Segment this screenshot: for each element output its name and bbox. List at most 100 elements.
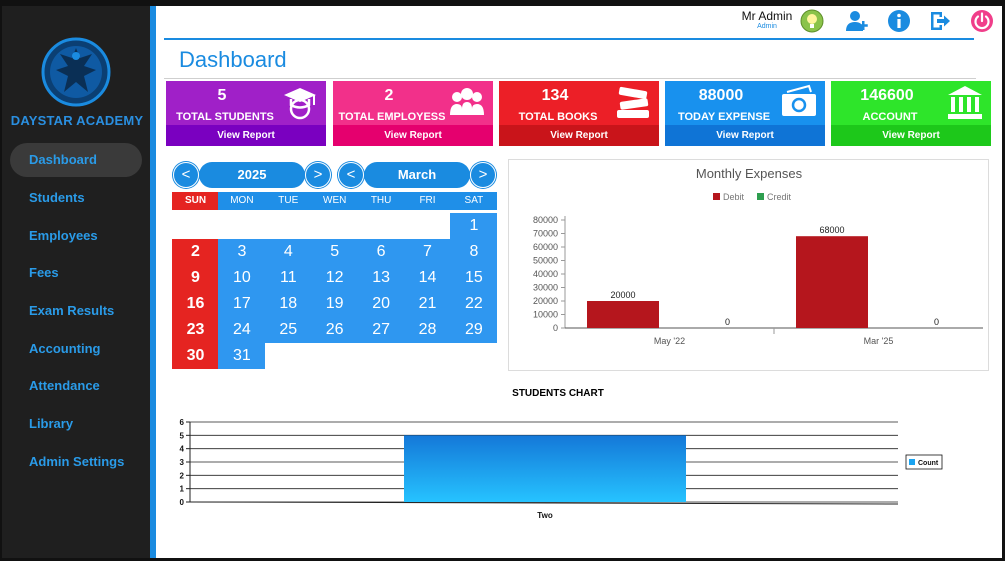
sidebar-item-fees[interactable]: Fees [10, 256, 142, 290]
card-value: 88000 [698, 87, 744, 104]
sidebar-item-dashboard[interactable]: Dashboard [10, 143, 142, 177]
calendar-day[interactable]: 29 [450, 317, 498, 343]
legend-swatch [909, 459, 915, 465]
y-tick-label: 6 [180, 418, 185, 427]
weekday-header: WEN [311, 192, 359, 210]
y-tick-label: 0 [553, 323, 558, 333]
calendar-day[interactable]: 5 [311, 239, 359, 265]
card-value: 146600 [860, 87, 914, 104]
calendar-day[interactable]: 31 [218, 343, 266, 369]
add-user-icon[interactable] [845, 9, 869, 33]
logout-icon[interactable] [928, 9, 952, 33]
x-tick-label: Mar '25 [864, 336, 894, 346]
calendar-day[interactable]: 6 [357, 239, 405, 265]
calendar-day[interactable]: 26 [311, 317, 359, 343]
sidebar-item-accounting[interactable]: Accounting [10, 332, 142, 366]
graduate-icon [284, 88, 316, 120]
calendar-day[interactable]: 22 [450, 291, 498, 317]
top-bar: Mr Admin Admin [164, 6, 993, 40]
y-tick-label: 60000 [533, 242, 558, 252]
view-report-link[interactable]: View Report [166, 125, 326, 146]
calendar-day[interactable]: 16 [172, 291, 219, 317]
y-tick-label: 70000 [533, 229, 558, 239]
sidebar-item-employees[interactable]: Employees [10, 219, 142, 253]
calendar-day[interactable]: 9 [172, 265, 219, 291]
weekday-header: SAT [450, 192, 498, 210]
next-year-button[interactable]: > [305, 162, 331, 188]
bar-count [404, 435, 686, 502]
y-tick-label: 10000 [533, 310, 558, 320]
calendar-day[interactable]: 25 [264, 317, 312, 343]
calendar-day[interactable]: 7 [404, 239, 451, 265]
y-tick-label: 5 [180, 431, 185, 440]
calendar-day[interactable]: 27 [357, 317, 405, 343]
calendar-day[interactable]: 30 [172, 343, 219, 369]
y-tick-label: 30000 [533, 283, 558, 293]
calendar-day[interactable]: 4 [264, 239, 312, 265]
view-report-link[interactable]: View Report [665, 125, 825, 146]
books-icon [617, 86, 649, 118]
weekday-header: FRI [404, 192, 451, 210]
month-selector[interactable]: March [364, 162, 470, 188]
prev-month-button[interactable]: < [338, 162, 364, 188]
calendar-day[interactable]: 20 [357, 291, 405, 317]
bank-icon [948, 86, 982, 119]
y-tick-label: 2 [180, 471, 185, 480]
view-report-link[interactable]: View Report [333, 125, 493, 146]
card-value: 5 [217, 87, 227, 104]
calendar-day[interactable]: 18 [264, 291, 312, 317]
calendar-day[interactable]: 14 [404, 265, 451, 291]
data-label: 0 [934, 317, 939, 327]
calendar-day[interactable]: 21 [404, 291, 451, 317]
sidebar-item-exam-results[interactable]: Exam Results [10, 294, 142, 328]
next-month-button[interactable]: > [470, 162, 496, 188]
card-label: TODAY EXPENSE [677, 111, 771, 123]
y-tick-label: 50000 [533, 256, 558, 266]
calendar-day[interactable]: 15 [450, 265, 498, 291]
bar-debit [796, 236, 868, 328]
sidebar-item-admin-settings[interactable]: Admin Settings [10, 445, 142, 479]
calendar-day[interactable]: 13 [357, 265, 405, 291]
card-label: ACCOUNT [862, 111, 918, 123]
y-tick-label: 0 [180, 498, 185, 507]
calendar-day[interactable]: 23 [172, 317, 219, 343]
y-tick-label: 40000 [533, 269, 558, 279]
calendar-day[interactable]: 12 [311, 265, 359, 291]
lightbulb-icon[interactable] [800, 9, 824, 33]
card-total-employees: 2 TOTAL EMPLOYESS View Report [333, 81, 493, 146]
calendar-day[interactable]: 1 [450, 213, 498, 239]
monthly-expenses-svg: Monthly Expenses Debit Credit 0 10000 20000 30… [533, 166, 983, 346]
view-report-link[interactable]: View Report [831, 125, 991, 146]
legend-swatch [757, 193, 764, 200]
data-label: 20000 [610, 290, 635, 300]
prev-year-button[interactable]: < [173, 162, 199, 188]
sidebar-item-attendance[interactable]: Attendance [10, 369, 142, 403]
info-icon[interactable] [887, 9, 911, 33]
calendar-day[interactable]: 8 [450, 239, 498, 265]
app-window: DAYSTAR ACADEMY Dashboard Students Emplo… [0, 0, 1005, 561]
calendar-day[interactable]: 24 [218, 317, 266, 343]
sidebar-item-students[interactable]: Students [10, 181, 142, 215]
power-icon[interactable] [970, 9, 994, 33]
card-account: 146600 ACCOUNT View Report [831, 81, 991, 146]
legend-label: Count [918, 460, 939, 467]
brand-name: DAYSTAR ACADEMY [10, 113, 144, 128]
calendar-day[interactable]: 10 [218, 265, 266, 291]
calendar-day[interactable]: 19 [311, 291, 359, 317]
y-tick-label: 4 [180, 445, 185, 454]
calendar-day[interactable]: 28 [404, 317, 451, 343]
card-label: TOTAL STUDENTS [176, 111, 274, 123]
data-label: 0 [725, 317, 730, 327]
calendar-day[interactable]: 11 [264, 265, 312, 291]
sidebar-item-library[interactable]: Library [10, 407, 142, 441]
y-tick-label: 1 [180, 485, 185, 494]
calendar-day[interactable]: 17 [218, 291, 266, 317]
calendar-day[interactable]: 3 [218, 239, 266, 265]
chart-title: Monthly Expenses [696, 166, 803, 181]
card-label: TOTAL BOOKS [518, 111, 598, 123]
x-tick-label: Two [537, 511, 553, 520]
y-tick-label: 3 [180, 458, 185, 467]
year-selector[interactable]: 2025 [199, 162, 305, 188]
view-report-link[interactable]: View Report [499, 125, 659, 146]
calendar-day[interactable]: 2 [172, 239, 219, 265]
